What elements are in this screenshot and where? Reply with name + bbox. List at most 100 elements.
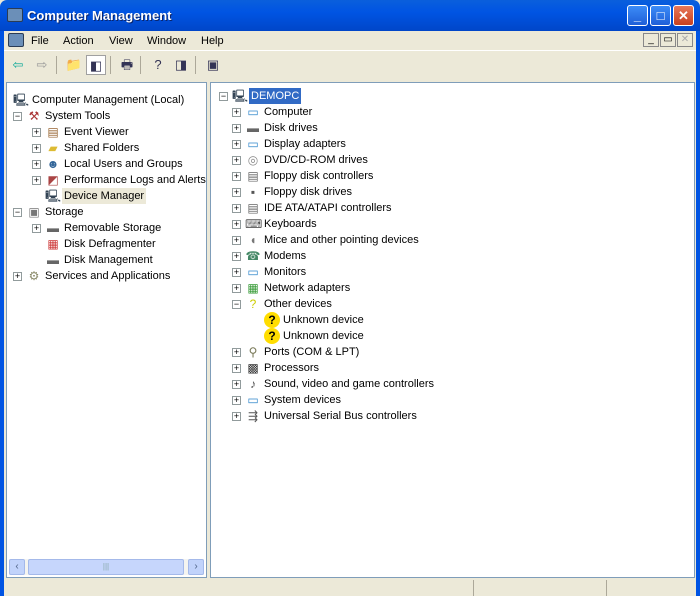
expand-icon[interactable]: + (232, 236, 241, 245)
tree-item-label: Unknown device (283, 314, 364, 326)
tree-item[interactable]: + ◩ Performance Logs and Alerts (7, 172, 206, 188)
tree-item-label: DEMOPC (249, 88, 302, 104)
tree-item[interactable]: + ▤ Floppy disk controllers (211, 168, 694, 184)
tree-item[interactable]: + ⚙ Services and Applications (7, 268, 206, 284)
collapse-icon[interactable]: − (219, 92, 228, 101)
menu-action[interactable]: Action (63, 35, 94, 47)
scroll-right-button[interactable]: › (188, 559, 204, 575)
horizontal-scrollbar[interactable]: ‹ ||| › (9, 559, 204, 575)
floppy-icon: ▪ (250, 185, 256, 199)
tree-item[interactable]: + ▦ Network adapters (211, 280, 694, 296)
collapse-icon[interactable]: − (13, 112, 22, 121)
tree-item[interactable]: + ⚲ Ports (COM & LPT) (211, 344, 694, 360)
tree-item[interactable]: + ⌨ Keyboards (211, 216, 694, 232)
tree-item[interactable]: + ▩ Processors (211, 360, 694, 376)
expand-icon[interactable]: + (232, 188, 241, 197)
mdi-child-icon[interactable] (8, 33, 24, 47)
tree-item[interactable]: ? Unknown device (211, 328, 694, 344)
maximize-button[interactable]: □ (650, 5, 671, 26)
expand-icon[interactable]: + (232, 204, 241, 213)
collapse-icon[interactable]: − (232, 300, 241, 309)
tree-item[interactable]: + ☎ Modems (211, 248, 694, 264)
tree-item[interactable]: + ▤ IDE ATA/ATAPI controllers (211, 200, 694, 216)
menu-help[interactable]: Help (201, 35, 224, 47)
expand-icon[interactable]: + (32, 160, 41, 169)
expand-icon[interactable]: + (232, 172, 241, 181)
tree-item[interactable]: + ▭ Monitors (211, 264, 694, 280)
expand-icon[interactable]: + (232, 364, 241, 373)
tree-item[interactable]: + ⇶ Universal Serial Bus controllers (211, 408, 694, 424)
tree-item-label: Services and Applications (45, 270, 171, 282)
tree-item[interactable]: ▦ Disk Defragmenter (7, 236, 206, 252)
help-icon[interactable]: ? (148, 55, 168, 75)
tree-item-label: Disk Management (64, 254, 153, 266)
collapse-icon[interactable]: − (13, 208, 22, 217)
scroll-left-button[interactable]: ‹ (9, 559, 25, 575)
scroll-thumb[interactable]: ||| (28, 559, 184, 575)
tree-item[interactable]: − ⚒ System Tools (7, 108, 206, 124)
tree-item[interactable]: + ▭ Computer (211, 104, 694, 120)
tree-item[interactable]: ▬ Disk Management (7, 252, 206, 268)
computer-icon: 🖳 (232, 89, 249, 103)
mdi-restore-button[interactable]: ▭ (660, 33, 676, 47)
services-icon: ⚙ (28, 269, 40, 283)
tree-item[interactable]: 🖳 Computer Management (Local) (7, 92, 206, 108)
monitor-icon: ▭ (247, 393, 259, 407)
tree-item[interactable]: + ▪ Floppy disk drives (211, 184, 694, 200)
tree-item[interactable]: 🖳 Device Manager (7, 188, 206, 204)
tree-item-label: Universal Serial Bus controllers (264, 410, 417, 422)
tree-item[interactable]: + ▬ Disk drives (211, 120, 694, 136)
minimize-button[interactable]: _ (627, 5, 648, 26)
menu-window[interactable]: Window (147, 35, 186, 47)
expand-icon[interactable]: + (232, 380, 241, 389)
tree-item[interactable]: −? Other devices (211, 296, 694, 312)
tree-item[interactable]: + ◖ Mice and other pointing devices (211, 232, 694, 248)
show-hide-tree-icon[interactable]: ◧ (86, 55, 106, 75)
tree-item[interactable]: ? Unknown device (211, 312, 694, 328)
expand-icon[interactable]: + (232, 220, 241, 229)
tree-item[interactable]: + ▭ System devices (211, 392, 694, 408)
tree-item[interactable]: + ▰ Shared Folders (7, 140, 206, 156)
tree-item[interactable]: + ☻ Local Users and Groups (7, 156, 206, 172)
tree-item-label: IDE ATA/ATAPI controllers (264, 202, 392, 214)
expand-icon[interactable]: + (232, 108, 241, 117)
users-icon: ☻ (46, 157, 60, 171)
expand-icon[interactable]: + (232, 396, 241, 405)
expand-icon[interactable]: + (32, 144, 41, 153)
tree-item[interactable]: − ▣ Storage (7, 204, 206, 220)
back-icon[interactable]: ⇦ (8, 55, 28, 75)
properties-icon[interactable]: ▣ (203, 55, 223, 75)
folder-icon: ▰ (48, 141, 58, 155)
menu-view[interactable]: View (109, 35, 133, 47)
tree-item-label: Event Viewer (64, 126, 129, 138)
expand-icon[interactable]: + (232, 348, 241, 357)
tree-item-label: Computer Management (Local) (32, 94, 185, 106)
tree-item[interactable]: − 🖳 DEMOPC (211, 88, 694, 104)
mdi-minimize-button[interactable]: _ (643, 33, 659, 47)
expand-icon[interactable]: + (232, 268, 241, 277)
expand-icon[interactable]: + (32, 176, 41, 185)
expand-icon[interactable]: + (32, 128, 41, 137)
expand-icon[interactable]: + (232, 252, 241, 261)
print-icon[interactable]: 🖶 (117, 55, 137, 75)
expand-icon[interactable]: + (232, 124, 241, 133)
forward-icon[interactable]: ⇨ (32, 55, 52, 75)
expand-icon[interactable]: + (232, 156, 241, 165)
mdi-close-button[interactable]: ✕ (677, 33, 693, 47)
close-button[interactable]: ✕ (673, 5, 694, 26)
menu-file[interactable]: File (31, 35, 49, 47)
up-folder-icon[interactable]: 📁 (64, 55, 84, 75)
expand-icon[interactable]: + (32, 224, 41, 233)
tree-item[interactable]: + ◎ DVD/CD-ROM drives (211, 152, 694, 168)
tree-item[interactable]: + ♪ Sound, video and game controllers (211, 376, 694, 392)
expand-icon[interactable]: + (13, 272, 22, 281)
tree-item[interactable]: + ▬ Removable Storage (7, 220, 206, 236)
show-hide-action-pane-icon[interactable]: ◨ (171, 55, 191, 75)
expand-icon[interactable]: + (232, 140, 241, 149)
tree-item[interactable]: + ▭ Display adapters (211, 136, 694, 152)
expand-icon[interactable]: + (232, 412, 241, 421)
tree-item[interactable]: + ▤ Event Viewer (7, 124, 206, 140)
mouse-icon: ◖ (249, 233, 257, 247)
expand-icon[interactable]: + (232, 284, 241, 293)
device-tree-pane: − 🖳 DEMOPC + ▭ Computer + ▬ Disk drives + ▭ Display… (210, 82, 695, 578)
